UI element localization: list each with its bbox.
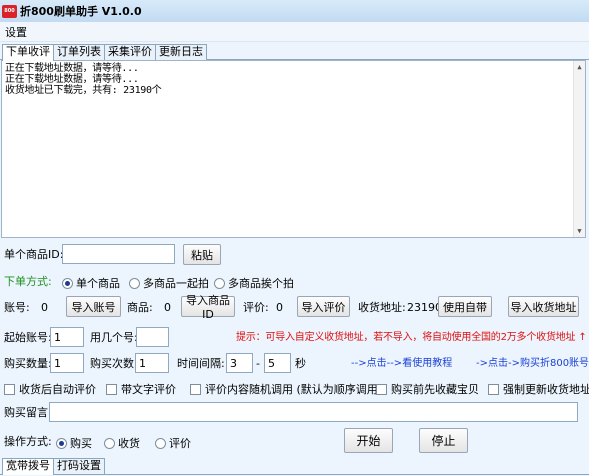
interval-to-input[interactable] — [264, 353, 291, 373]
message-input[interactable] — [49, 402, 578, 422]
address-hint-text: 提示：可导入自定义收货地址，若不导入，将自动使用全国的2万多个收货地址 ↑ — [236, 332, 587, 343]
random-review-checkbox[interactable]: 评价内容随机调用 (默认为顺序调用) — [190, 381, 382, 397]
buy-qty-label: 购买数量: — [4, 357, 52, 370]
use-count-input[interactable] — [136, 327, 169, 347]
account-label: 账号: — [4, 301, 30, 314]
text-review-checkbox[interactable]: 带文字评价 — [106, 381, 176, 397]
import-goods-button[interactable]: 导入商品ID — [181, 294, 235, 321]
order-mode-multi-each[interactable]: 多商品挨个拍 — [214, 275, 294, 291]
address-count: 23190 — [407, 301, 442, 314]
buy-times-input[interactable] — [135, 353, 169, 373]
tab-collect-review[interactable]: 采集评价 — [104, 44, 156, 60]
log-output[interactable]: 正在下载地址数据，请等待... 正在下载地址数据，请等待... 收货地址已下载完… — [1, 60, 586, 238]
operation-receive[interactable]: 收货 — [104, 435, 140, 451]
start-account-input[interactable] — [50, 327, 84, 347]
radio-icon — [56, 437, 67, 449]
paste-button[interactable]: 粘贴 — [183, 244, 221, 265]
log-scrollbar[interactable]: ▲ ▼ — [573, 61, 585, 237]
import-address-button[interactable]: 导入收货地址 — [508, 296, 579, 317]
zhe800-logo-icon: 800 — [2, 4, 17, 18]
checkbox-icon — [106, 383, 117, 395]
tab-order-list[interactable]: 订单列表 — [53, 44, 105, 60]
buy-account-link[interactable]: ->点击->购买折800账号 — [476, 357, 589, 371]
interval-from-input[interactable] — [226, 353, 253, 373]
single-item-label: 单个商品ID: — [4, 248, 64, 261]
tutorial-link[interactable]: -->点击-->看使用教程 — [351, 357, 452, 371]
single-item-input[interactable] — [62, 244, 175, 264]
use-count-label: 用几个号: — [90, 331, 138, 344]
operation-review[interactable]: 评价 — [155, 435, 191, 451]
auto-review-checkbox[interactable]: 收货后自动评价 — [4, 381, 96, 397]
order-mode-single[interactable]: 单个商品 — [62, 275, 120, 291]
operation-label: 操作方式: — [4, 435, 52, 448]
main-tabs: 下单收评 订单列表 采集评价 更新日志 — [2, 44, 207, 61]
tab-order-review[interactable]: 下单收评 — [2, 44, 54, 61]
log-line: 收货地址已下载完，共有: 23190个 — [5, 85, 162, 96]
radio-icon — [62, 277, 73, 289]
checkbox-icon — [190, 383, 201, 395]
bottom-tab-divider — [0, 474, 589, 475]
radio-icon — [129, 277, 140, 289]
checkbox-icon — [376, 383, 387, 395]
use-builtin-address-button[interactable]: 使用自带 — [438, 296, 492, 317]
account-count: 0 — [41, 301, 48, 314]
scroll-up-icon[interactable]: ▲ — [574, 61, 585, 73]
stop-button[interactable]: 停止 — [419, 428, 468, 453]
import-account-button[interactable]: 导入账号 — [66, 296, 121, 317]
interval-unit: 秒 — [295, 357, 306, 370]
tab-changelog[interactable]: 更新日志 — [155, 44, 207, 60]
import-review-button[interactable]: 导入评价 — [297, 296, 350, 317]
scroll-down-icon[interactable]: ▼ — [574, 225, 585, 237]
review-label: 评价: — [243, 301, 269, 314]
tab-broadband-dial[interactable]: 宽带拨号 — [2, 458, 54, 475]
order-mode-multi-together[interactable]: 多商品一起拍 — [129, 275, 209, 291]
operation-buy[interactable]: 购买 — [56, 435, 92, 451]
force-update-address-checkbox[interactable]: 强制更新收货地址 — [488, 381, 589, 397]
interval-separator: - — [256, 357, 260, 370]
message-label: 购买留言: — [4, 406, 52, 419]
goods-label: 商品: — [127, 301, 153, 314]
checkbox-icon — [4, 383, 15, 395]
title-bar[interactable]: 800 折800刷单助手 V1.0.0 — [0, 0, 589, 22]
start-button[interactable]: 开始 — [344, 428, 393, 453]
start-account-label: 起始账号: — [4, 331, 52, 344]
window-title: 折800刷单助手 V1.0.0 — [20, 5, 142, 18]
tab-captcha-settings[interactable]: 打码设置 — [53, 458, 105, 474]
review-count: 0 — [276, 301, 283, 314]
checkbox-icon — [488, 383, 499, 395]
radio-icon — [155, 437, 166, 449]
buy-times-label: 购买次数: — [90, 357, 138, 370]
buy-qty-input[interactable] — [50, 353, 84, 373]
menu-item-settings[interactable]: 设置 — [0, 24, 32, 40]
order-mode-label: 下单方式: — [4, 275, 52, 288]
bottom-tabs: 宽带拨号 打码设置 — [2, 458, 105, 475]
interval-label: 时间间隔: — [177, 357, 225, 370]
favorite-before-buy-checkbox[interactable]: 购买前先收藏宝贝 — [376, 381, 479, 397]
log-line: 正在下载地址数据，请等待... — [5, 63, 139, 74]
address-label: 收货地址: — [358, 301, 406, 314]
log-line: 正在下载地址数据，请等待... — [5, 74, 139, 85]
radio-icon — [214, 277, 225, 289]
menu-bar: 设置 — [0, 22, 589, 42]
goods-count: 0 — [164, 301, 171, 314]
radio-icon — [104, 437, 115, 449]
